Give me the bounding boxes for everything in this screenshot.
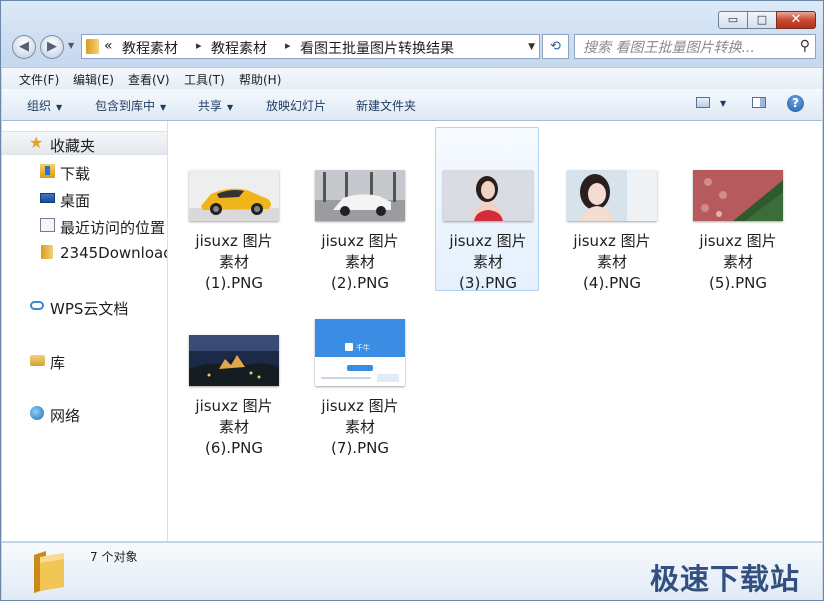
organize-label: 组织 xyxy=(27,99,52,113)
image-thumbnail xyxy=(693,170,783,221)
nav-item-label: 下载 xyxy=(60,165,91,183)
change-view-icon[interactable] xyxy=(696,97,710,108)
chevron-down-icon: ▼ xyxy=(227,103,234,112)
nav-item-2345downloads[interactable]: 2345Downloads xyxy=(2,241,167,263)
nav-favorites-label: 收藏夹 xyxy=(50,137,96,155)
cloud-icon xyxy=(30,301,44,310)
network-icon xyxy=(30,406,44,420)
address-dropdown-icon[interactable]: ▼ xyxy=(528,42,535,52)
menu-help[interactable]: 帮助(H) xyxy=(239,71,281,88)
new-folder-button[interactable]: 新建文件夹 xyxy=(356,97,416,114)
file-name: jisuxz 图片 素材 (1).PNG xyxy=(195,232,273,292)
chevron-down-icon: ▼ xyxy=(56,103,63,112)
breadcrumb-separator-2[interactable]: ▸ xyxy=(285,39,291,52)
file-name: jisuxz 图片 素材 (7).PNG xyxy=(321,397,399,457)
breadcrumb-3[interactable]: 看图王批量图片转换结果 xyxy=(300,38,454,58)
forward-button[interactable]: ▶ xyxy=(40,35,64,59)
search-icon[interactable]: ⚲ xyxy=(800,38,810,54)
view-options-dropdown-icon[interactable]: ▼ xyxy=(720,99,726,108)
image-thumbnail xyxy=(567,170,657,221)
nav-item-label: 桌面 xyxy=(60,192,91,210)
status-bar: 7 个对象 极速下载站 xyxy=(2,542,822,600)
file-item[interactable]: jisuxz 图片 素材 (1).PNG xyxy=(182,128,286,292)
file-item[interactable]: jisuxz 图片 素材 (5).PNG xyxy=(686,128,790,292)
menu-tools[interactable]: 工具(T) xyxy=(184,71,225,88)
explorer-window: ▭ □ ✕ ◀ ▶ ▼ « 教程素材 ▸ 教程素材 ▸ 看图王批量图片转换结果 … xyxy=(0,0,824,601)
close-button[interactable]: ✕ xyxy=(776,11,816,29)
breadcrumb-2[interactable]: 教程素材 xyxy=(211,38,267,58)
navigation-pane: ★ 收藏夹 下载 桌面 最近访问的位置 2345Downloads WPS云文档… xyxy=(2,121,168,541)
folder-icon xyxy=(41,245,53,259)
nav-wps-cloud-label: WPS云文档 xyxy=(50,300,129,318)
file-name: jisuxz 图片 素材 (4).PNG xyxy=(573,232,651,292)
file-item-selected[interactable]: jisuxz 图片 素材 (3).PNG xyxy=(435,127,539,292)
maximize-button[interactable]: □ xyxy=(747,11,777,29)
share-label: 共享 xyxy=(198,99,223,113)
file-name: jisuxz 图片 素材 (3).PNG xyxy=(449,232,527,292)
nav-libraries-label: 库 xyxy=(50,354,66,372)
star-icon: ★ xyxy=(29,133,44,152)
include-in-library-label: 包含到库中 xyxy=(95,99,156,113)
menu-file[interactable]: 文件(F) xyxy=(19,71,59,88)
help-button[interactable]: ? xyxy=(787,95,804,112)
app-name-label: 千牛 xyxy=(356,343,370,352)
menu-view[interactable]: 查看(V) xyxy=(128,71,170,88)
library-icon xyxy=(30,355,45,366)
image-thumbnail: 千牛 xyxy=(315,319,405,386)
file-item[interactable]: jisuxz 图片 素材 (2).PNG xyxy=(308,128,412,292)
include-in-library-button[interactable]: 包含到库中 ▼ xyxy=(95,97,166,114)
recent-places-icon xyxy=(40,218,55,232)
menu-bar: 文件(F) 编辑(E) 查看(V) 工具(T) 帮助(H) xyxy=(2,67,822,89)
nav-item-recent-places[interactable]: 最近访问的位置 xyxy=(2,214,167,237)
minimize-button[interactable]: ▭ xyxy=(718,11,748,29)
nav-network-label: 网络 xyxy=(50,407,81,425)
file-name: jisuxz 图片 素材 (2).PNG xyxy=(321,232,399,292)
downloads-folder-icon xyxy=(40,164,55,178)
file-item[interactable]: jisuxz 图片 素材 (6).PNG xyxy=(182,293,286,457)
forward-arrow-icon: ▶ xyxy=(47,39,57,54)
address-bar[interactable]: « 教程素材 ▸ 教程素材 ▸ 看图王批量图片转换结果 ▼ xyxy=(81,34,540,59)
command-bar: 组织 ▼ 包含到库中 ▼ 共享 ▼ 放映幻灯片 新建文件夹 ▼ ? xyxy=(2,89,822,121)
nav-libraries[interactable]: 库 xyxy=(2,349,167,372)
search-input[interactable] xyxy=(581,37,795,58)
file-name: jisuxz 图片 素材 (5).PNG xyxy=(699,232,777,292)
preview-pane-icon[interactable] xyxy=(752,97,766,108)
file-name: jisuxz 图片 素材 (6).PNG xyxy=(195,397,273,457)
file-list: jisuxz 图片 素材 (1).PNG jisuxz 图片 素材 (2).PN… xyxy=(168,121,822,541)
chevron-down-icon: ▼ xyxy=(160,103,167,112)
nav-favorites[interactable]: ★ 收藏夹 xyxy=(2,131,167,155)
back-button[interactable]: ◀ xyxy=(12,35,36,59)
back-arrow-icon: ◀ xyxy=(19,39,29,54)
image-thumbnail xyxy=(189,335,279,386)
breadcrumb-1[interactable]: 教程素材 xyxy=(122,38,178,58)
file-item[interactable]: jisuxz 图片 素材 (4).PNG xyxy=(560,128,664,292)
search-box: ⚲ xyxy=(574,34,816,59)
nav-item-label: 最近访问的位置 xyxy=(60,219,166,237)
address-overflow-chevron[interactable]: « xyxy=(104,38,113,54)
folder-icon xyxy=(34,551,64,593)
nav-wps-cloud[interactable]: WPS云文档 xyxy=(2,295,167,318)
nav-item-downloads[interactable]: 下载 xyxy=(2,160,167,183)
folder-icon xyxy=(86,39,99,54)
desktop-icon xyxy=(40,193,55,203)
nav-item-label: 2345Downloads xyxy=(60,244,167,262)
image-thumbnail xyxy=(189,170,279,221)
menu-edit[interactable]: 编辑(E) xyxy=(73,71,114,88)
image-thumbnail xyxy=(443,170,533,221)
breadcrumb-separator-1[interactable]: ▸ xyxy=(196,39,202,52)
nav-network[interactable]: 网络 xyxy=(2,402,167,425)
watermark-logo: 极速下载站 xyxy=(650,562,801,596)
organize-button[interactable]: 组织 ▼ xyxy=(27,97,62,114)
share-button[interactable]: 共享 ▼ xyxy=(198,97,233,114)
file-item[interactable]: 千牛 jisuxz 图片 素材 (7).PNG xyxy=(308,293,412,457)
image-thumbnail xyxy=(315,170,405,221)
refresh-icon: ⟲ xyxy=(550,39,561,54)
nav-item-desktop[interactable]: 桌面 xyxy=(2,187,167,210)
slideshow-button[interactable]: 放映幻灯片 xyxy=(266,97,326,114)
recent-pages-dropdown-icon[interactable]: ▼ xyxy=(68,41,74,50)
item-count: 7 个对象 xyxy=(90,550,138,564)
refresh-button[interactable]: ⟲ xyxy=(542,34,569,59)
